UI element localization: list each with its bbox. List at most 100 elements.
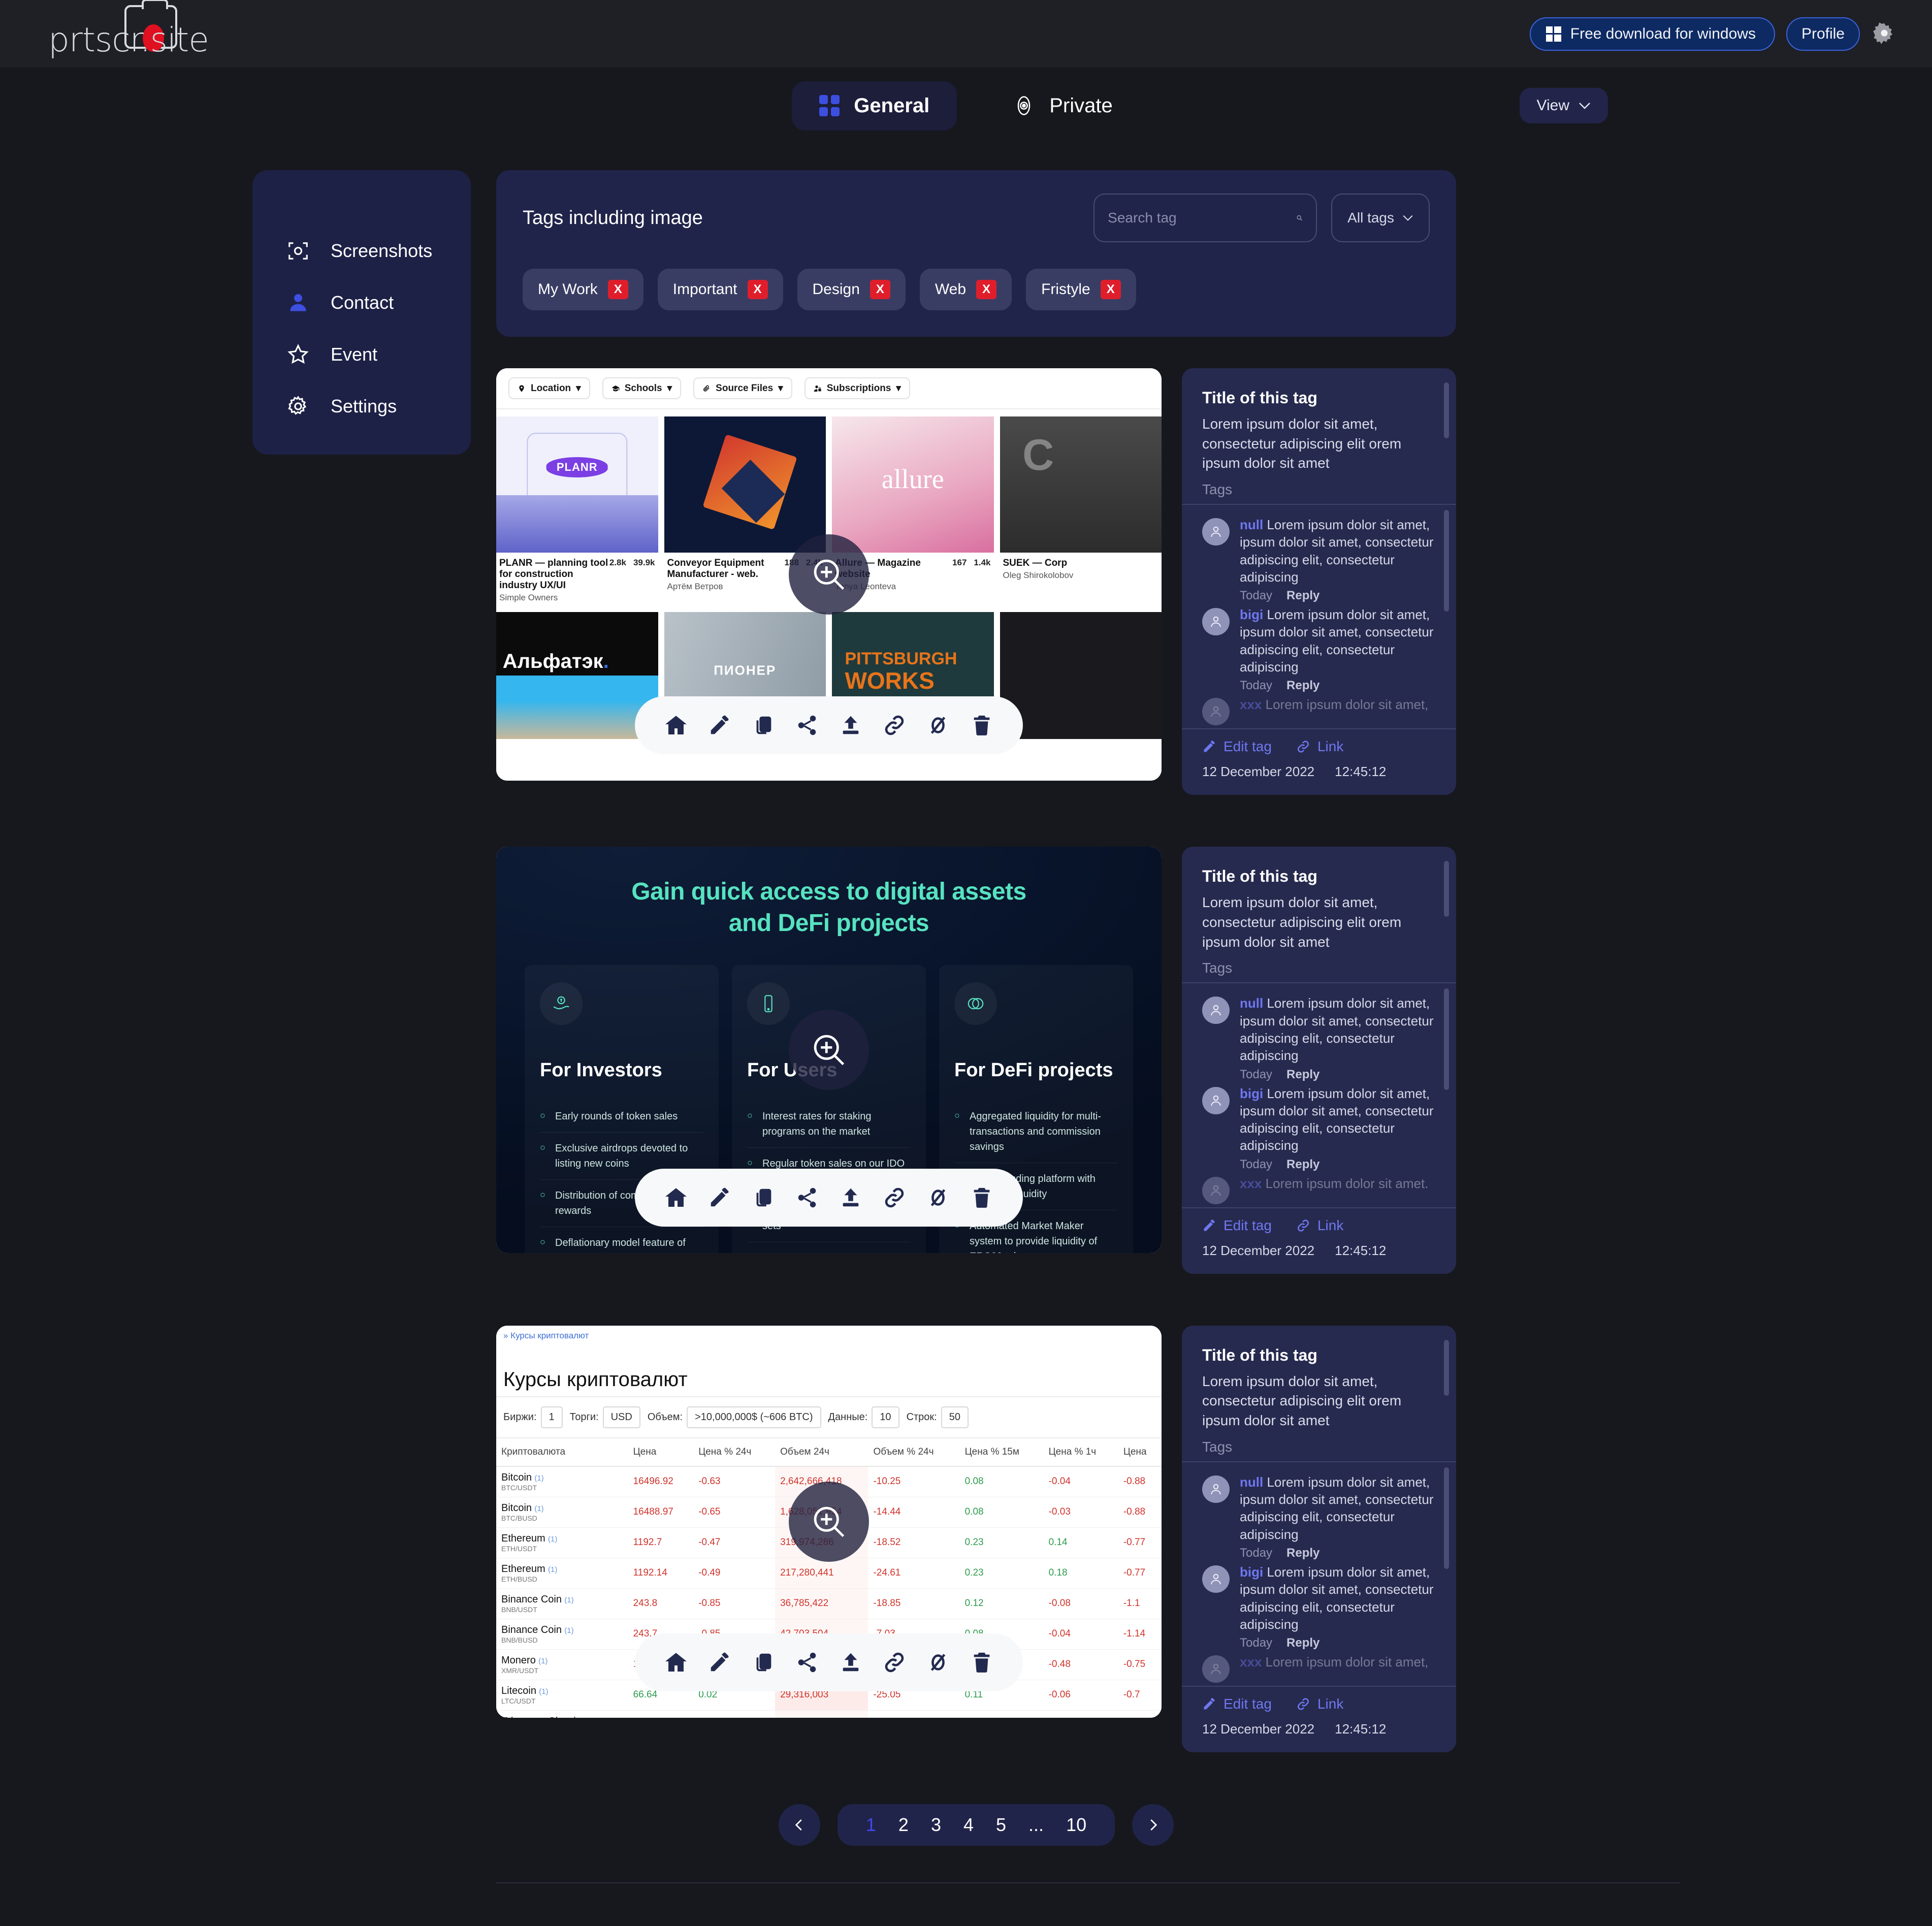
screenshot-thumbnail-defi[interactable]: Gain quick access to digital assets and … bbox=[496, 847, 1162, 1254]
zoom-in-button[interactable] bbox=[789, 1010, 869, 1090]
screenshot-thumbnail-crypto[interactable]: » Курсы криптовалют Курсы криптовалют Би… bbox=[496, 1325, 1162, 1718]
tag-chip-remove-button[interactable]: X bbox=[607, 280, 628, 299]
comment-author[interactable]: xxx bbox=[1240, 1176, 1262, 1191]
hide-eye-icon[interactable] bbox=[916, 1643, 960, 1682]
pagination-prev-button[interactable] bbox=[778, 1804, 820, 1846]
share-icon[interactable] bbox=[785, 1643, 829, 1682]
hide-eye-icon[interactable] bbox=[916, 1178, 960, 1217]
comment-author[interactable]: xxx bbox=[1240, 1654, 1262, 1670]
tab-private[interactable]: Private bbox=[985, 81, 1140, 131]
crypto-column-header[interactable]: Цена % 24ч bbox=[693, 1438, 776, 1467]
tag-chip[interactable]: Design X bbox=[797, 269, 906, 310]
share-icon[interactable] bbox=[785, 1178, 829, 1217]
scrollbar-thumb[interactable] bbox=[1444, 1467, 1449, 1569]
table-row[interactable]: Ethereum Classic (1)ETC/USDT15.520.4515,… bbox=[496, 1710, 1162, 1718]
behance-card[interactable] bbox=[1000, 612, 1162, 740]
sidebar-item-event[interactable]: Event bbox=[252, 329, 471, 380]
gear-icon[interactable] bbox=[1871, 21, 1897, 47]
comment-author[interactable]: null bbox=[1240, 1474, 1263, 1490]
tag-chip[interactable]: Web X bbox=[919, 269, 1012, 310]
edit-tag-button[interactable]: Edit tag bbox=[1202, 1217, 1272, 1234]
upload-icon[interactable] bbox=[829, 705, 873, 745]
behance-card[interactable]: C SUEK — Corp Oleg Shirokolobov bbox=[1000, 416, 1162, 603]
tab-general[interactable]: General bbox=[792, 81, 957, 131]
crypto-column-header[interactable]: Криптовалюта bbox=[496, 1438, 628, 1467]
pagination-page[interactable]: 1 bbox=[855, 1814, 887, 1836]
profile-button[interactable]: Profile bbox=[1786, 17, 1860, 51]
sidebar-item-screenshots[interactable]: Screenshots bbox=[252, 225, 471, 277]
comment-reply-button[interactable]: Reply bbox=[1286, 679, 1319, 693]
link-button[interactable]: Link bbox=[1296, 1696, 1343, 1712]
view-dropdown[interactable]: View bbox=[1519, 88, 1608, 123]
copy-icon[interactable] bbox=[742, 1643, 785, 1682]
comment-reply-button[interactable]: Reply bbox=[1286, 1068, 1319, 1082]
tag-chip[interactable]: My Work X bbox=[523, 269, 643, 310]
comment-author[interactable]: bigi bbox=[1240, 1086, 1263, 1101]
tag-chip-remove-button[interactable]: X bbox=[976, 280, 997, 299]
comment-author[interactable]: bigi bbox=[1240, 1564, 1263, 1580]
screenshot-thumbnail-behance[interactable]: Location ▾ Schools ▾ Source Files ▾ Subs… bbox=[496, 368, 1162, 781]
scrollbar-thumb[interactable] bbox=[1444, 988, 1449, 1090]
crypto-column-header[interactable]: Цена bbox=[1118, 1438, 1162, 1467]
share-icon[interactable] bbox=[785, 705, 829, 745]
hide-eye-icon[interactable] bbox=[916, 705, 960, 745]
tag-chip[interactable]: Important X bbox=[657, 269, 783, 310]
link-button[interactable]: Link bbox=[1296, 1217, 1343, 1234]
comment-reply-button[interactable]: Reply bbox=[1286, 589, 1319, 603]
table-row[interactable]: Binance Coin (1) BNB/USDT 243.8 -0.85 36,785… bbox=[496, 1588, 1162, 1619]
crypto-control-value[interactable]: 1 bbox=[540, 1406, 563, 1428]
link-icon[interactable] bbox=[873, 1643, 916, 1682]
crypto-control-value[interactable]: >10,000,000$ (~606 BTC) bbox=[687, 1406, 821, 1428]
filter-subscriptions[interactable]: Subscriptions ▾ bbox=[804, 377, 910, 399]
link-icon[interactable] bbox=[873, 705, 916, 745]
edit-pencil-icon[interactable] bbox=[698, 1178, 742, 1217]
comment-author[interactable]: null bbox=[1240, 996, 1263, 1011]
comment-reply-button[interactable]: Reply bbox=[1286, 1636, 1319, 1650]
copy-icon[interactable] bbox=[742, 1178, 785, 1217]
filter-schools[interactable]: Schools ▾ bbox=[602, 377, 682, 399]
scrollbar-thumb[interactable] bbox=[1444, 1339, 1449, 1396]
delete-trash-icon[interactable] bbox=[960, 705, 1004, 745]
scrollbar-thumb[interactable] bbox=[1444, 861, 1449, 917]
tag-chip[interactable]: Fristyle X bbox=[1026, 269, 1136, 310]
site-logo[interactable]: prtscr.site bbox=[48, 0, 209, 57]
behance-card[interactable]: Альфатэк. bbox=[496, 612, 658, 740]
pagination-page[interactable]: 4 bbox=[952, 1814, 985, 1836]
behance-card[interactable]: PLANR PLANR — planning tool for construc… bbox=[496, 416, 658, 603]
crypto-control-value[interactable]: 50 bbox=[941, 1406, 969, 1428]
pagination-next-button[interactable] bbox=[1132, 1804, 1174, 1846]
upload-icon[interactable] bbox=[829, 1643, 873, 1682]
zoom-in-button[interactable] bbox=[789, 1481, 869, 1562]
sidebar-item-settings[interactable]: Settings bbox=[252, 380, 471, 432]
copy-icon[interactable] bbox=[742, 705, 785, 745]
crypto-column-header[interactable]: Цена % 1ч bbox=[1043, 1438, 1118, 1467]
download-for-windows-button[interactable]: Free download for windows bbox=[1529, 17, 1775, 51]
delete-trash-icon[interactable] bbox=[960, 1643, 1004, 1682]
crypto-column-header[interactable]: Цена bbox=[628, 1438, 694, 1467]
link-icon[interactable] bbox=[873, 1178, 916, 1217]
tag-chip-remove-button[interactable]: X bbox=[870, 280, 890, 299]
crypto-control-value[interactable]: USD bbox=[602, 1406, 640, 1428]
crypto-column-header[interactable]: Цена % 15м bbox=[959, 1438, 1044, 1467]
tag-chip-remove-button[interactable]: X bbox=[747, 280, 768, 299]
delete-trash-icon[interactable] bbox=[960, 1178, 1004, 1217]
sidebar-item-contact[interactable]: Contact bbox=[252, 277, 471, 329]
filter-location[interactable]: Location ▾ bbox=[508, 377, 590, 399]
pagination-page[interactable]: 2 bbox=[887, 1814, 920, 1836]
crypto-column-header[interactable]: Объем % 24ч bbox=[868, 1438, 960, 1467]
tag-chip-remove-button[interactable]: X bbox=[1100, 280, 1121, 299]
comment-author[interactable]: bigi bbox=[1240, 607, 1263, 622]
comment-author[interactable]: null bbox=[1240, 517, 1263, 532]
edit-pencil-icon[interactable] bbox=[698, 705, 742, 745]
pagination-page[interactable]: 10 bbox=[1055, 1814, 1098, 1836]
pagination-page[interactable]: ... bbox=[1017, 1814, 1055, 1836]
home-icon[interactable] bbox=[654, 705, 698, 745]
filter-source-files[interactable]: Source Files ▾ bbox=[693, 377, 792, 399]
pagination-page[interactable]: 5 bbox=[985, 1814, 1017, 1836]
search-tag-input[interactable] bbox=[1108, 210, 1292, 226]
search-tag-box[interactable] bbox=[1093, 194, 1317, 242]
edit-pencil-icon[interactable] bbox=[698, 1643, 742, 1682]
scrollbar-thumb[interactable] bbox=[1444, 382, 1449, 438]
upload-icon[interactable] bbox=[829, 1178, 873, 1217]
link-button[interactable]: Link bbox=[1296, 739, 1343, 755]
